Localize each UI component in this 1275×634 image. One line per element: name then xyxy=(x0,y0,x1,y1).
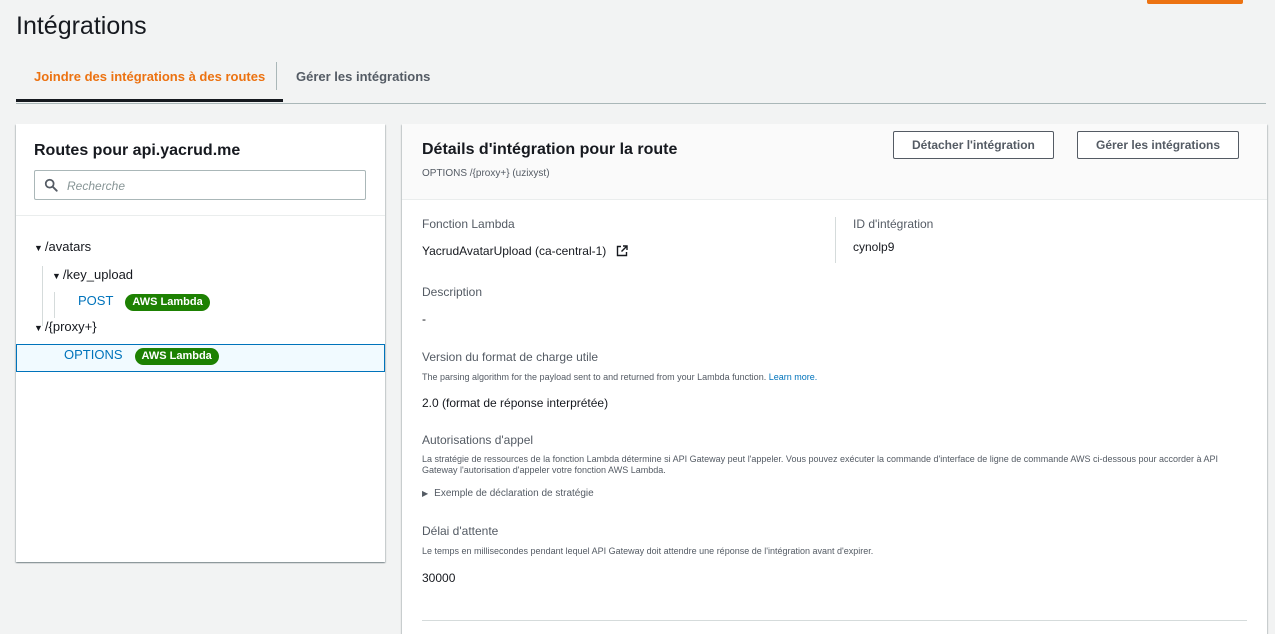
payload-format-value: 2.0 (format de réponse interprétée) xyxy=(422,396,609,410)
route-method-options[interactable]: OPTIONS AWS Lambda xyxy=(64,347,219,365)
description-label: Description xyxy=(422,285,483,299)
integration-badge: AWS Lambda xyxy=(125,294,210,311)
timeout-label: Délai d'attente xyxy=(422,524,499,538)
expander-label: Exemple de déclaration de stratégie xyxy=(434,488,594,499)
description-value: - xyxy=(422,312,426,326)
details-title: Détails d'intégration pour la route xyxy=(422,141,678,158)
external-link-icon[interactable] xyxy=(616,245,628,257)
timeout-description: Le temps en millisecondes pendant lequel… xyxy=(422,546,874,556)
caret-down-icon: ▼ xyxy=(52,271,61,281)
lambda-function-value: YacrudAvatarUpload (ca-central-1) xyxy=(422,244,628,258)
payload-format-description: The parsing algorithm for the payload se… xyxy=(422,372,817,382)
section-divider xyxy=(422,620,1247,621)
payload-format-label: Version du format de charge utile xyxy=(422,350,599,364)
route-label: /avatars xyxy=(44,239,92,254)
route-proxy[interactable]: ▼/{proxy+} xyxy=(34,319,97,334)
lambda-function-label: Fonction Lambda xyxy=(422,217,515,231)
route-label: /key_upload xyxy=(62,267,134,282)
tree-guide-line xyxy=(54,292,55,318)
search-input[interactable] xyxy=(65,175,359,197)
search-icon xyxy=(44,178,58,192)
routes-title: Routes pour api.yacrud.me xyxy=(34,142,241,159)
timeout-value: 30000 xyxy=(422,571,456,585)
route-label: /{proxy+} xyxy=(44,319,97,334)
tab-bar: Joindre des intégrations à des routes Gé… xyxy=(16,62,1266,104)
caret-right-icon: ▶ xyxy=(422,489,429,498)
route-key-upload[interactable]: ▼/key_upload xyxy=(52,267,133,282)
invoke-permissions-description: La stratégie de ressources de la fonctio… xyxy=(422,454,1219,475)
routes-header: Routes pour api.yacrud.me xyxy=(16,124,385,216)
integration-id-label: ID d'intégration xyxy=(853,217,934,231)
top-action-button[interactable] xyxy=(1147,0,1243,4)
tree-guide-line xyxy=(42,266,43,326)
tab-manage-integrations[interactable]: Gérer les intégrations xyxy=(278,62,448,102)
integration-details-panel: Détails d'intégration pour la route OPTI… xyxy=(402,124,1267,634)
policy-example-expander[interactable]: ▶ Exemple de déclaration de stratégie xyxy=(422,488,594,499)
route-avatars[interactable]: ▼/avatars xyxy=(34,239,91,254)
integration-id-value: cynolp9 xyxy=(853,240,895,254)
caret-down-icon: ▼ xyxy=(34,243,43,253)
details-subtitle: OPTIONS /{proxy+} (uzixyst) xyxy=(422,168,550,179)
method-label[interactable]: POST xyxy=(78,293,113,308)
page-title: Intégrations xyxy=(16,12,147,40)
invoke-permissions-label: Autorisations d'appel xyxy=(422,433,534,447)
payload-desc-text: The parsing algorithm for the payload se… xyxy=(422,372,767,382)
detach-integration-button[interactable]: Détacher l'intégration xyxy=(893,131,1054,159)
details-header: Détails d'intégration pour la route OPTI… xyxy=(402,124,1267,200)
learn-more-link[interactable]: Learn more. xyxy=(769,372,818,382)
manage-integrations-button[interactable]: Gérer les intégrations xyxy=(1077,131,1240,159)
tab-attach-integrations[interactable]: Joindre des intégrations à des routes xyxy=(16,62,284,102)
caret-down-icon: ▼ xyxy=(34,323,43,333)
search-box xyxy=(34,170,366,200)
column-divider xyxy=(835,217,836,263)
integration-badge: AWS Lambda xyxy=(134,348,219,365)
route-method-post[interactable]: POST AWS Lambda xyxy=(78,293,210,311)
method-label[interactable]: OPTIONS xyxy=(64,347,123,362)
lambda-function-name: YacrudAvatarUpload (ca-central-1) xyxy=(422,244,607,258)
routes-panel: Routes pour api.yacrud.me ▼/avatars ▼/ke… xyxy=(16,124,385,562)
tab-divider xyxy=(276,62,277,90)
